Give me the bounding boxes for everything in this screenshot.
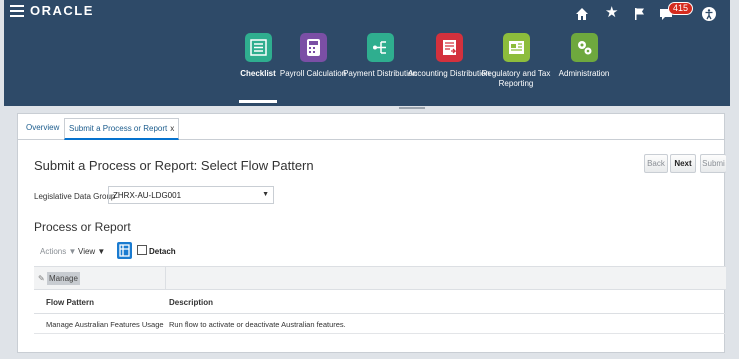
ldg-select[interactable]: ZHRX-AU-LDG001 ▼: [108, 186, 274, 204]
ldg-value: ZHRX-AU-LDG001: [113, 191, 182, 200]
close-icon[interactable]: x: [170, 124, 174, 133]
tab-label: Submit a Process or Report: [69, 124, 168, 133]
splitter-handle[interactable]: [399, 107, 425, 109]
ldg-label: Legislative Data Group: [34, 192, 116, 201]
table-toolbar: ✎ Manage: [34, 266, 726, 290]
home-icon[interactable]: [574, 6, 590, 22]
favorites-star-icon[interactable]: ★: [605, 5, 621, 21]
content-panel: Overview Submit a Process or Report x Sub…: [17, 113, 726, 353]
table-row[interactable]: Manage Australian Features Usage Run flo…: [34, 314, 726, 334]
tab-bar: Overview Submit a Process or Report x: [18, 114, 724, 140]
detach-icon[interactable]: [137, 245, 147, 255]
report-icon: [502, 33, 530, 62]
submit-button[interactable]: Submi: [700, 154, 726, 173]
accounting-icon: [435, 33, 463, 62]
table-header: Flow Pattern Description: [34, 290, 726, 314]
column-header-flow-pattern[interactable]: Flow Pattern: [46, 298, 94, 307]
cell-flow-pattern: Manage Australian Features Usage: [46, 320, 164, 329]
actions-menu[interactable]: Actions ▼: [40, 247, 76, 256]
accessibility-icon[interactable]: [701, 6, 717, 22]
page-title: Submit a Process or Report: Select Flow …: [34, 158, 314, 173]
global-header: ORACLE ★ 415 Checklist Payroll Calculati…: [4, 0, 730, 106]
notification-count-badge: 415: [668, 2, 694, 15]
manage-field[interactable]: Manage: [47, 272, 80, 285]
oracle-logo: ORACLE: [30, 3, 94, 18]
section-title: Process or Report: [34, 220, 131, 234]
calculator-icon: [299, 33, 327, 62]
flag-icon[interactable]: [632, 6, 648, 22]
selected-indicator: [239, 100, 277, 103]
detach-button[interactable]: Detach: [149, 247, 176, 256]
cell-description: Run flow to activate or deactivate Austr…: [169, 320, 346, 329]
checklist-icon: [244, 33, 272, 62]
tab-submit-process[interactable]: Submit a Process or Report x: [64, 118, 180, 140]
view-menu[interactable]: View ▼: [78, 247, 105, 256]
menu-icon[interactable]: [10, 5, 24, 17]
launcher-label: Administration: [558, 69, 610, 78]
next-button[interactable]: Next: [670, 154, 696, 173]
manage-cell: ✎ Manage: [34, 267, 166, 290]
dropdown-arrow-icon: ▼: [262, 191, 269, 198]
tab-overview[interactable]: Overview: [26, 123, 59, 132]
gears-icon: [570, 33, 598, 62]
back-button[interactable]: Back: [644, 154, 668, 173]
launcher-administration[interactable]: Administration: [542, 33, 626, 79]
edit-icon: ✎: [38, 274, 45, 283]
column-header-description[interactable]: Description: [169, 298, 213, 307]
distribution-icon: [366, 33, 394, 62]
freeze-icon[interactable]: [117, 242, 132, 259]
